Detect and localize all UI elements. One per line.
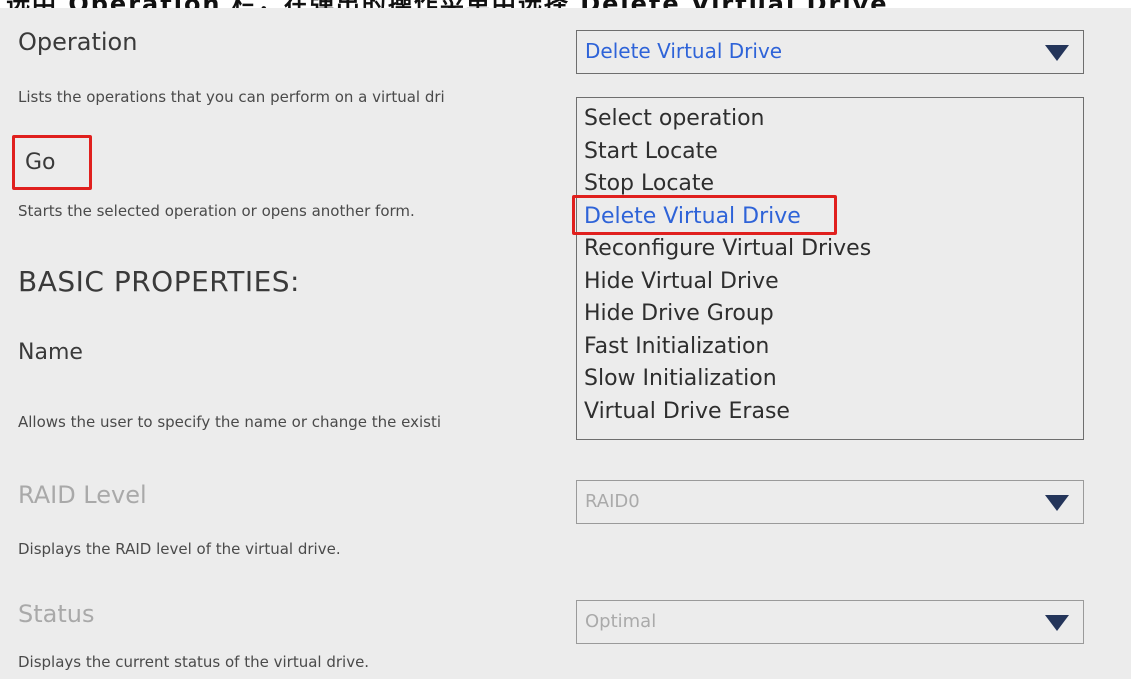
name-description: Allows the user to specify the name or c…	[18, 413, 441, 431]
status-description: Displays the current status of the virtu…	[18, 653, 370, 671]
basic-properties-heading: BASIC PROPERTIES:	[18, 265, 300, 298]
operation-label: Operation	[18, 28, 138, 56]
dropdown-option[interactable]: Select operation	[577, 103, 1083, 136]
top-caption-strip: 选中 Operation 栏，在弹出的操作菜单中选择 Delete Virtua…	[0, 0, 1131, 8]
raid-level-label: RAID Level	[18, 481, 147, 509]
dropdown-option[interactable]: Start Locate	[577, 136, 1083, 169]
operation-select-value: Delete Virtual Drive	[585, 39, 783, 63]
selected-option-highlight-box	[572, 195, 837, 235]
dropdown-option[interactable]: Fast Initialization	[577, 331, 1083, 364]
chevron-down-icon	[1045, 615, 1069, 631]
status-select-value: Optimal	[585, 611, 657, 632]
raid-level-select[interactable]: RAID0	[576, 480, 1084, 524]
raid-level-description: Displays the RAID level of the virtual d…	[18, 540, 341, 558]
chevron-down-icon	[1045, 495, 1069, 511]
dropdown-option[interactable]: Reconfigure Virtual Drives	[577, 233, 1083, 266]
status-label: Status	[18, 600, 95, 628]
name-label: Name	[18, 340, 83, 365]
dropdown-option[interactable]: Hide Virtual Drive	[577, 266, 1083, 299]
caption-text: 选中 Operation 栏，在弹出的操作菜单中选择 Delete Virtua…	[6, 0, 889, 8]
raid-level-select-value: RAID0	[585, 491, 640, 512]
dropdown-option[interactable]: Virtual Drive Erase	[577, 396, 1083, 429]
go-button[interactable]: Go	[25, 150, 56, 175]
operation-dropdown-list: Select operation Start Locate Stop Locat…	[576, 97, 1084, 440]
operation-description: Lists the operations that you can perfor…	[18, 88, 445, 106]
chevron-down-icon	[1045, 45, 1069, 61]
dropdown-option[interactable]: Slow Initialization	[577, 363, 1083, 396]
dropdown-option[interactable]: Hide Drive Group	[577, 298, 1083, 331]
go-description: Starts the selected operation or opens a…	[18, 202, 415, 220]
operation-select[interactable]: Delete Virtual Drive	[576, 30, 1084, 74]
status-select[interactable]: Optimal	[576, 600, 1084, 644]
